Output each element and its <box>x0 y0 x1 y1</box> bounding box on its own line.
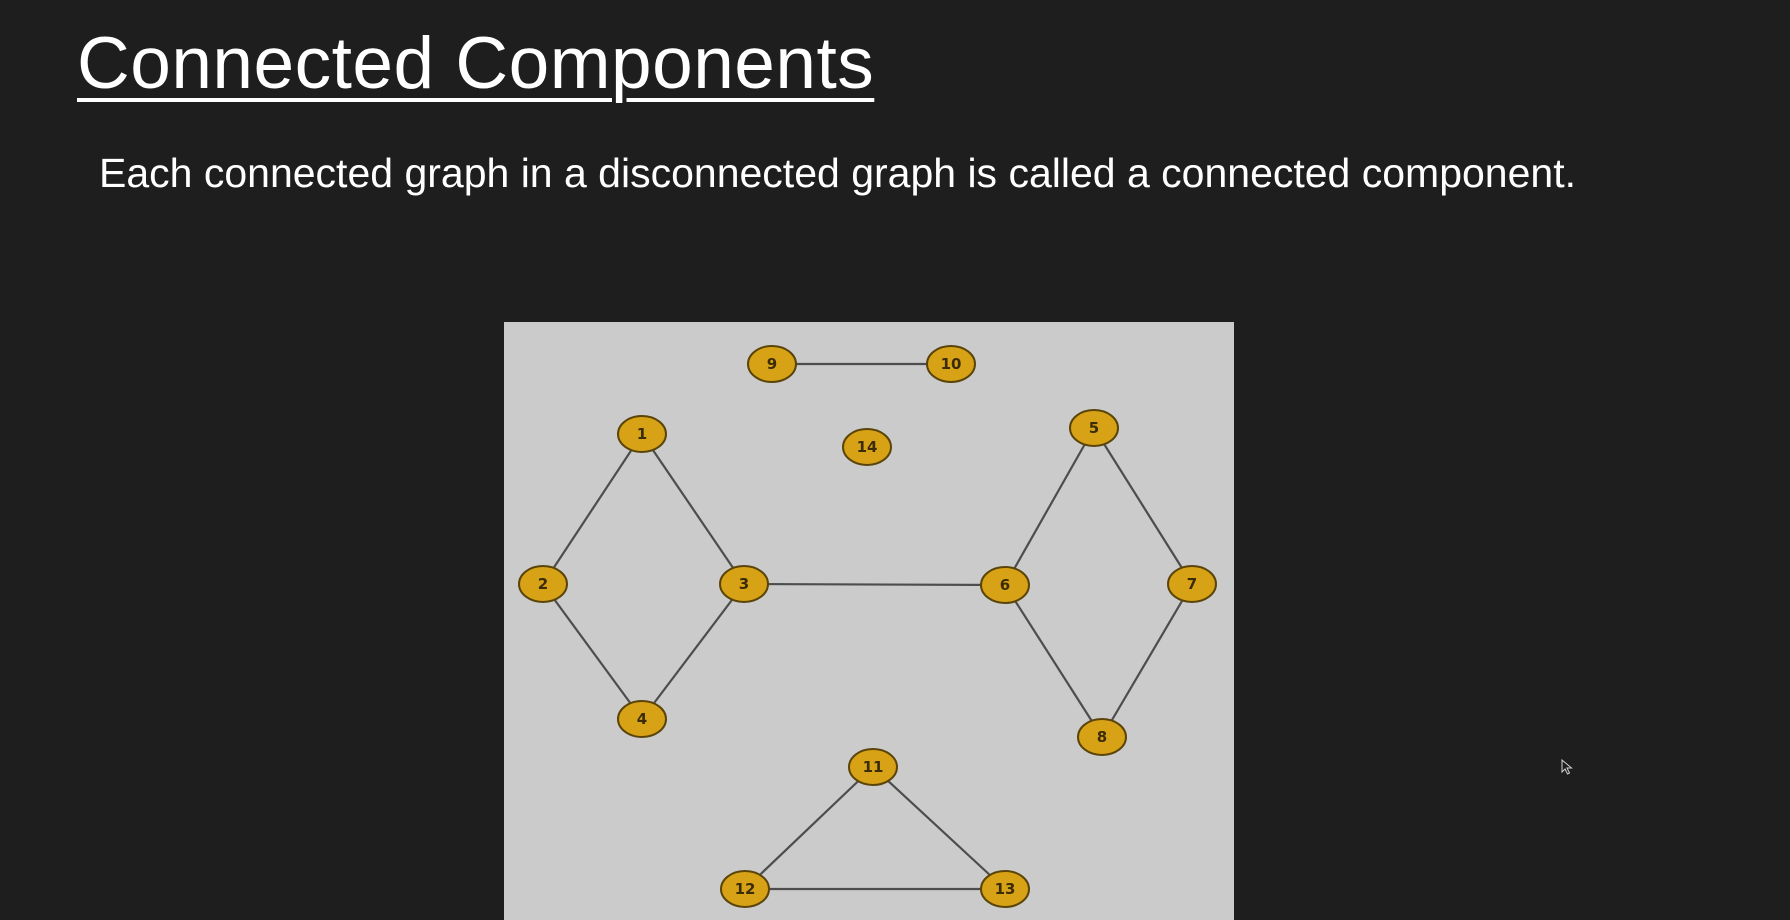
edge-5-6 <box>1004 427 1095 586</box>
edge-5-7 <box>1093 427 1193 585</box>
slide: Connected Components Each connected grap… <box>0 0 1790 920</box>
slide-subtitle: Each connected graph in a disconnected g… <box>99 150 1577 196</box>
graph-node-2: 2 <box>518 565 568 603</box>
node-label: 13 <box>995 880 1016 898</box>
node-label: 3 <box>739 575 749 593</box>
graph-node-13: 13 <box>980 870 1030 908</box>
node-label: 11 <box>863 758 884 776</box>
node-label: 14 <box>857 438 878 456</box>
node-label: 5 <box>1089 419 1099 437</box>
node-label: 1 <box>637 425 647 443</box>
nodes-layer: 12 3456 789 101112 1314 <box>518 345 1217 908</box>
graph-diagram: 1 2 3 4 5 6 7 8 9 10 11 12 13 14 <box>504 322 1234 920</box>
node-label: 2 <box>538 575 548 593</box>
edge-6-8 <box>1004 584 1103 738</box>
slide-title: Connected Components <box>77 23 875 104</box>
mouse-pointer-icon <box>1561 759 1573 775</box>
graph-node-9: 9 <box>747 345 797 383</box>
graph-node-3: 3 <box>719 565 769 603</box>
edge-1-3 <box>641 433 745 585</box>
node-label: 8 <box>1097 728 1107 746</box>
edge-11-13 <box>872 766 1006 890</box>
graph-node-11: 11 <box>848 748 898 786</box>
node-label: 4 <box>637 710 647 728</box>
graph-node-5: 5 <box>1069 409 1119 447</box>
graph-canvas: 12 3456 789 101112 1314 <box>518 345 1217 908</box>
graph-node-4: 4 <box>617 700 667 738</box>
graph-node-6: 6 <box>980 566 1030 604</box>
edge-1-2 <box>542 433 643 585</box>
graph-node-12: 12 <box>720 870 770 908</box>
graph-node-7: 7 <box>1167 565 1217 603</box>
edge-11-12 <box>744 766 874 890</box>
node-label: 6 <box>1000 576 1010 594</box>
graph-node-8: 8 <box>1077 718 1127 756</box>
edge-3-6 <box>743 582 1006 587</box>
graph-node-14: 14 <box>842 428 892 466</box>
node-label: 12 <box>735 880 756 898</box>
edge-2-4 <box>542 583 643 720</box>
graph-node-1: 1 <box>617 415 667 453</box>
node-label: 7 <box>1187 575 1197 593</box>
graph-node-10: 10 <box>926 345 976 383</box>
node-label: 9 <box>767 355 777 373</box>
edge-3-4 <box>641 583 745 720</box>
node-label: 10 <box>941 355 962 373</box>
edge-7-8 <box>1101 583 1193 738</box>
